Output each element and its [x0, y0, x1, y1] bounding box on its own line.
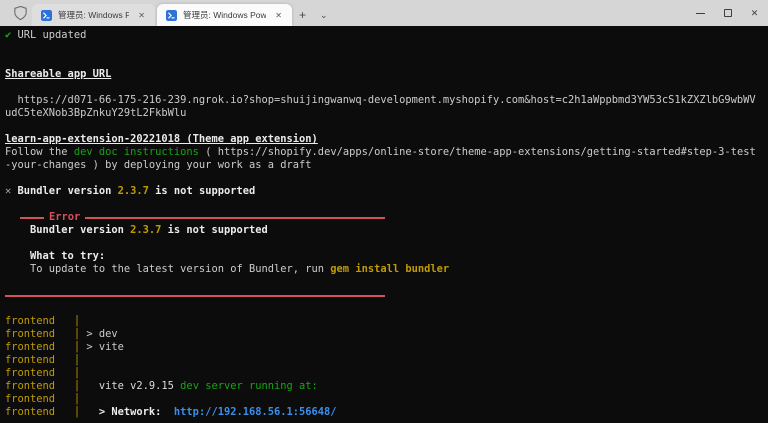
terminal-text: Bundler version — [11, 185, 118, 197]
terminal-line: Bundler version 2.3.7 is not supported — [5, 224, 768, 237]
error-rule — [5, 294, 385, 297]
error-banner-label: Error — [49, 211, 81, 223]
terminal-text: frontend │ — [5, 393, 81, 405]
terminal-text: 2.3.7 — [130, 224, 162, 236]
admin-shield-icon — [13, 5, 28, 21]
terminal-line: What to try: — [5, 250, 768, 263]
terminal-line: frontend │ > dev — [5, 328, 768, 341]
maximize-icon — [723, 9, 732, 17]
terminal-text: learn-app-extension-20221018 (Theme app … — [5, 133, 318, 145]
terminal-screen[interactable]: ✔ URL updated Shareable app URL https://d… — [0, 26, 768, 423]
tab-title: 管理员: Windows PowerShell — [58, 10, 130, 20]
window-titlebar: 管理员: Windows PowerShell ✕ 管理员: Windows P… — [0, 0, 768, 26]
powershell-icon — [41, 9, 52, 21]
window-controls: ✕ — [687, 0, 768, 26]
terminal-line: frontend │ — [5, 367, 768, 380]
terminal-text: http://192.168.56.1:56648/ — [161, 406, 337, 418]
terminal-line: ✕ Bundler version 2.3.7 is not supported — [5, 185, 768, 198]
terminal-text: > vite — [80, 341, 124, 353]
terminal-line: frontend │ > vite — [5, 341, 768, 354]
terminal-text: > dev — [80, 328, 118, 340]
terminal-line: frontend │ — [5, 354, 768, 367]
terminal-text: vite v2.9.15 — [80, 380, 174, 392]
terminal-line: ✔ URL updated — [5, 29, 768, 42]
terminal-line: -your-changes ) by deploying your work a… — [5, 159, 768, 172]
terminal-text: ( https://shopify.dev/apps/online-store/… — [198, 146, 756, 158]
terminal-line: Shareable app URL — [5, 68, 768, 81]
terminal-line: To update to the latest version of Bundl… — [5, 263, 768, 276]
terminal-text: frontend │ — [5, 341, 81, 353]
terminal-text: Bundler version — [5, 224, 131, 236]
terminal-text: URL updated — [11, 29, 87, 41]
new-tab-button[interactable]: + — [292, 4, 313, 26]
terminal-line: Error — [20, 211, 385, 224]
minimize-button[interactable] — [687, 0, 714, 26]
terminal-text: frontend │ — [5, 315, 81, 327]
terminal-line: frontend │ > Network: http://192.168.56.… — [5, 406, 768, 419]
terminal-text: frontend │ — [5, 354, 81, 366]
terminal-line: https://d071-66-175-216-239.ngrok.io?sho… — [5, 94, 768, 107]
error-rule-left — [20, 216, 44, 219]
terminal-text: frontend │ — [5, 328, 81, 340]
terminal-line — [5, 289, 768, 302]
terminal-text: dev doc instructions — [73, 146, 199, 158]
terminal-text: https://d071-66-175-216-239.ngrok.io?sho… — [5, 94, 756, 106]
close-button[interactable]: ✕ — [741, 0, 768, 26]
terminal-text: dev server running at: — [173, 380, 318, 392]
terminal-line: Follow the dev doc instructions ( https:… — [5, 146, 768, 159]
terminal-text: Follow the — [5, 146, 74, 158]
terminal-text: udC5teXNob3BpZnkuY29tL2FkbWlu — [5, 107, 187, 119]
terminal-text: frontend │ — [5, 367, 81, 379]
terminal-text: What to try: — [5, 250, 106, 262]
powershell-icon — [166, 9, 177, 21]
terminal-line: frontend │ — [5, 393, 768, 406]
terminal-text: frontend │ — [5, 380, 81, 392]
terminal-text: 2.3.7 — [117, 185, 149, 197]
terminal-text: is not supported — [148, 185, 256, 197]
tab-powershell-1[interactable]: 管理员: Windows PowerShell ✕ — [32, 4, 155, 26]
terminal-text: > Network: — [80, 406, 162, 418]
minimize-icon — [696, 12, 705, 14]
tab-close-button[interactable]: ✕ — [272, 10, 285, 21]
tab-powershell-2[interactable]: 管理员: Windows PowerShell ✕ — [157, 4, 292, 26]
terminal-text: Shareable app URL — [5, 68, 112, 80]
tab-dropdown-button[interactable]: ⌄ — [313, 4, 335, 26]
terminal-text: is not supported — [161, 224, 268, 236]
terminal-text: To update to the latest version of Bundl… — [5, 263, 331, 275]
terminal-line: frontend │ vite v2.9.15 dev server runni… — [5, 380, 768, 393]
terminal-text: frontend │ — [5, 406, 81, 418]
tab-title: 管理员: Windows PowerShell — [183, 10, 267, 20]
maximize-button[interactable] — [714, 0, 741, 26]
terminal-line: udC5teXNob3BpZnkuY29tL2FkbWlu — [5, 107, 768, 120]
terminal-line: learn-app-extension-20221018 (Theme app … — [5, 133, 768, 146]
terminal-text: gem install bundler — [330, 263, 450, 275]
terminal-line: frontend │ — [5, 315, 768, 328]
tab-close-button[interactable]: ✕ — [135, 10, 148, 21]
terminal-text: -your-changes ) by deploying your work a… — [5, 159, 312, 171]
error-rule-right — [85, 216, 385, 219]
